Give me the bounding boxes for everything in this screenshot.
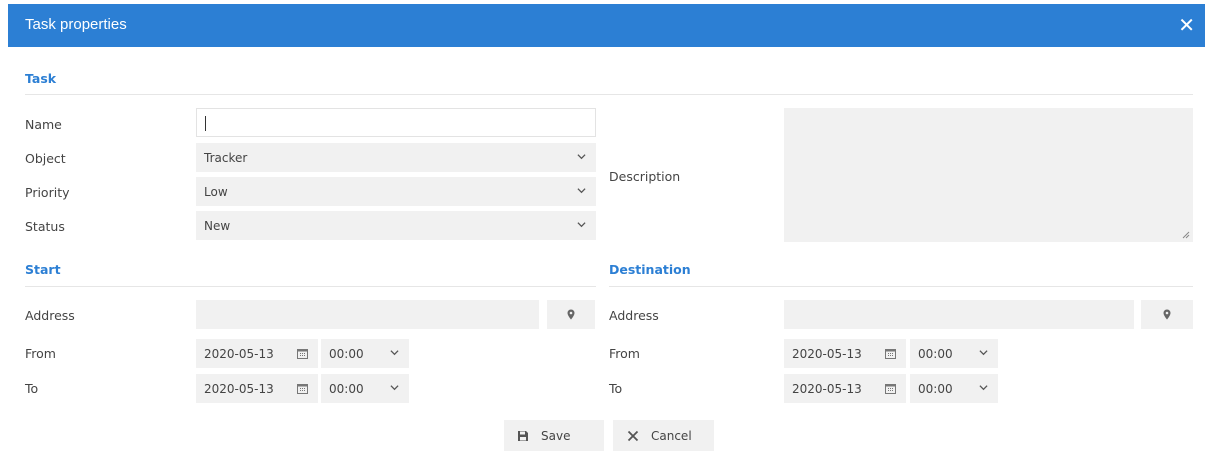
text-caret xyxy=(205,116,206,131)
destination-to-label: To xyxy=(609,381,623,396)
destination-from-date-input[interactable]: 2020-05-13 xyxy=(784,339,906,368)
object-select[interactable]: Tracker xyxy=(196,143,596,172)
start-from-time-select[interactable]: 00:00 xyxy=(321,339,409,368)
destination-from-label: From xyxy=(609,346,640,361)
calendar-icon[interactable] xyxy=(297,383,308,394)
priority-label: Priority xyxy=(25,185,70,200)
dialog-titlebar: Task properties ✕ xyxy=(8,4,1205,47)
destination-from-time-select[interactable]: 00:00 xyxy=(910,339,998,368)
cancel-icon xyxy=(627,430,639,442)
object-value: Tracker xyxy=(204,151,248,165)
save-button[interactable]: Save xyxy=(504,420,604,451)
start-from-date-value: 2020-05-13 xyxy=(204,347,274,361)
destination-from-time-value: 00:00 xyxy=(918,347,953,361)
chevron-down-icon xyxy=(390,385,399,391)
start-from-time-value: 00:00 xyxy=(329,347,364,361)
start-to-date-input[interactable]: 2020-05-13 xyxy=(196,374,318,403)
calendar-icon[interactable] xyxy=(885,348,896,359)
start-to-date-value: 2020-05-13 xyxy=(204,382,274,396)
section-start-title: Start xyxy=(25,262,61,277)
chevron-down-icon xyxy=(390,350,399,356)
description-label: Description xyxy=(609,169,681,184)
start-to-time-value: 00:00 xyxy=(329,382,364,396)
start-to-time-select[interactable]: 00:00 xyxy=(321,374,409,403)
task-properties-dialog: Task properties ✕ Task Name Object Track… xyxy=(0,0,1205,463)
chevron-down-icon xyxy=(979,350,988,356)
cancel-label: Cancel xyxy=(651,428,692,443)
resize-handle-icon[interactable] xyxy=(1182,231,1190,239)
section-destination-title: Destination xyxy=(609,262,691,277)
save-icon xyxy=(517,430,529,442)
destination-from-date-value: 2020-05-13 xyxy=(792,347,862,361)
destination-to-date-value: 2020-05-13 xyxy=(792,382,862,396)
close-icon[interactable]: ✕ xyxy=(1178,13,1195,37)
destination-to-time-select[interactable]: 00:00 xyxy=(910,374,998,403)
calendar-icon[interactable] xyxy=(885,383,896,394)
destination-address-input[interactable] xyxy=(784,300,1134,329)
chevron-down-icon xyxy=(979,385,988,391)
name-label: Name xyxy=(25,117,62,132)
calendar-icon[interactable] xyxy=(297,348,308,359)
start-map-pin-button[interactable] xyxy=(547,300,595,329)
name-input[interactable] xyxy=(196,108,596,137)
chevron-down-icon xyxy=(577,188,586,194)
section-start-divider xyxy=(25,286,596,287)
section-task-title: Task xyxy=(25,71,57,86)
start-to-label: To xyxy=(25,381,39,396)
start-address-label: Address xyxy=(25,308,75,323)
status-value: New xyxy=(204,219,231,233)
description-textarea[interactable] xyxy=(784,108,1193,242)
destination-to-time-value: 00:00 xyxy=(918,382,953,396)
destination-address-label: Address xyxy=(609,308,659,323)
object-label: Object xyxy=(25,151,66,166)
start-address-input[interactable] xyxy=(196,300,539,329)
dialog-title: Task properties xyxy=(25,16,127,33)
destination-to-date-input[interactable]: 2020-05-13 xyxy=(784,374,906,403)
map-pin-icon xyxy=(567,309,575,320)
save-label: Save xyxy=(541,428,571,443)
priority-select[interactable]: Low xyxy=(196,177,596,206)
status-label: Status xyxy=(25,219,65,234)
cancel-button[interactable]: Cancel xyxy=(613,420,714,451)
destination-map-pin-button[interactable] xyxy=(1141,300,1193,329)
status-select[interactable]: New xyxy=(196,211,596,240)
section-task-divider xyxy=(25,94,1193,95)
priority-value: Low xyxy=(204,185,228,199)
chevron-down-icon xyxy=(577,222,586,228)
start-from-label: From xyxy=(25,346,56,361)
chevron-down-icon xyxy=(577,154,586,160)
start-from-date-input[interactable]: 2020-05-13 xyxy=(196,339,318,368)
section-destination-divider xyxy=(609,286,1193,287)
map-pin-icon xyxy=(1163,309,1171,320)
